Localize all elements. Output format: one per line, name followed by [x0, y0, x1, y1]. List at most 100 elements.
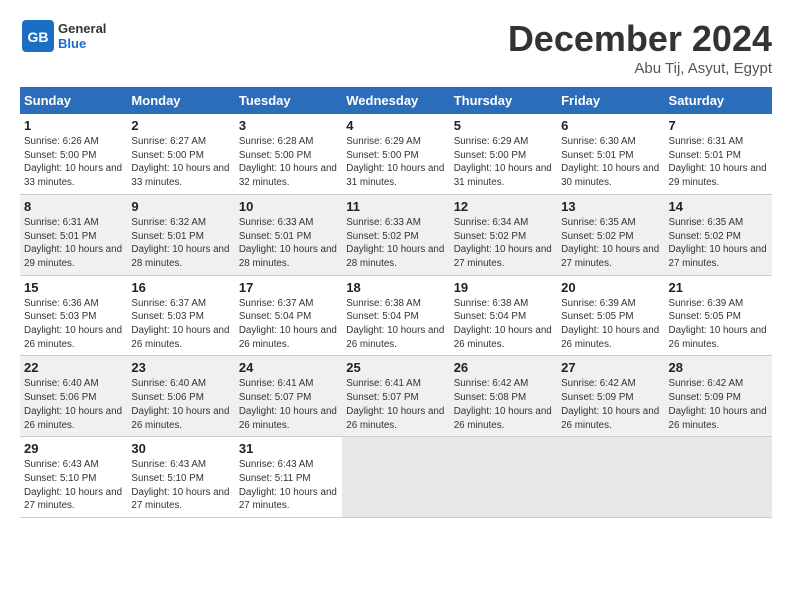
logo-text: General Blue [58, 21, 106, 51]
header-thursday: Thursday [450, 87, 557, 114]
day-cell-27: 27 Sunrise: 6:42 AMSunset: 5:09 PMDaylig… [557, 356, 664, 437]
day-detail: Sunrise: 6:31 AMSunset: 5:01 PMDaylight:… [24, 216, 123, 271]
day-number: 21 [669, 280, 768, 295]
day-cell-25: 25 Sunrise: 6:41 AMSunset: 5:07 PMDaylig… [342, 356, 449, 437]
day-cell-18: 18 Sunrise: 6:38 AMSunset: 5:04 PMDaylig… [342, 275, 449, 356]
day-number: 11 [346, 199, 445, 214]
day-detail: Sunrise: 6:43 AMSunset: 5:11 PMDaylight:… [239, 458, 338, 513]
day-cell-31: 31 Sunrise: 6:43 AMSunset: 5:11 PMDaylig… [235, 437, 342, 518]
calendar-subtitle: Abu Tij, Asyut, Egypt [508, 60, 772, 77]
day-cell-22: 22 Sunrise: 6:40 AMSunset: 5:06 PMDaylig… [20, 356, 127, 437]
day-detail: Sunrise: 6:40 AMSunset: 5:06 PMDaylight:… [131, 377, 230, 432]
day-detail: Sunrise: 6:30 AMSunset: 5:01 PMDaylight:… [561, 135, 660, 190]
calendar-week-3: 15 Sunrise: 6:36 AMSunset: 5:03 PMDaylig… [20, 275, 772, 356]
day-number: 4 [346, 118, 445, 133]
day-detail: Sunrise: 6:29 AMSunset: 5:00 PMDaylight:… [454, 135, 553, 190]
page: GB General Blue December 2024 Abu Tij, A… [0, 0, 792, 528]
day-cell-28: 28 Sunrise: 6:42 AMSunset: 5:09 PMDaylig… [665, 356, 772, 437]
day-detail: Sunrise: 6:43 AMSunset: 5:10 PMDaylight:… [131, 458, 230, 513]
day-cell-20: 20 Sunrise: 6:39 AMSunset: 5:05 PMDaylig… [557, 275, 664, 356]
day-detail: Sunrise: 6:42 AMSunset: 5:09 PMDaylight:… [669, 377, 768, 432]
day-number: 27 [561, 360, 660, 375]
day-number: 20 [561, 280, 660, 295]
day-detail: Sunrise: 6:31 AMSunset: 5:01 PMDaylight:… [669, 135, 768, 190]
day-detail: Sunrise: 6:39 AMSunset: 5:05 PMDaylight:… [561, 297, 660, 352]
day-cell-16: 16 Sunrise: 6:37 AMSunset: 5:03 PMDaylig… [127, 275, 234, 356]
header-sunday: Sunday [20, 87, 127, 114]
day-number: 25 [346, 360, 445, 375]
day-cell-29: 29 Sunrise: 6:43 AMSunset: 5:10 PMDaylig… [20, 437, 127, 518]
day-cell-6: 6 Sunrise: 6:30 AMSunset: 5:01 PMDayligh… [557, 114, 664, 194]
day-cell-19: 19 Sunrise: 6:38 AMSunset: 5:04 PMDaylig… [450, 275, 557, 356]
day-cell-23: 23 Sunrise: 6:40 AMSunset: 5:06 PMDaylig… [127, 356, 234, 437]
day-detail: Sunrise: 6:27 AMSunset: 5:00 PMDaylight:… [131, 135, 230, 190]
day-cell-12: 12 Sunrise: 6:34 AMSunset: 5:02 PMDaylig… [450, 194, 557, 275]
day-cell-17: 17 Sunrise: 6:37 AMSunset: 5:04 PMDaylig… [235, 275, 342, 356]
day-cell-9: 9 Sunrise: 6:32 AMSunset: 5:01 PMDayligh… [127, 194, 234, 275]
day-number: 13 [561, 199, 660, 214]
day-cell-26: 26 Sunrise: 6:42 AMSunset: 5:08 PMDaylig… [450, 356, 557, 437]
calendar-week-2: 8 Sunrise: 6:31 AMSunset: 5:01 PMDayligh… [20, 194, 772, 275]
header-saturday: Saturday [665, 87, 772, 114]
day-cell-2: 2 Sunrise: 6:27 AMSunset: 5:00 PMDayligh… [127, 114, 234, 194]
svg-text:GB: GB [28, 29, 49, 45]
day-number: 9 [131, 199, 230, 214]
day-detail: Sunrise: 6:37 AMSunset: 5:03 PMDaylight:… [131, 297, 230, 352]
day-number: 28 [669, 360, 768, 375]
day-number: 15 [24, 280, 123, 295]
day-number: 8 [24, 199, 123, 214]
header-monday: Monday [127, 87, 234, 114]
day-number: 2 [131, 118, 230, 133]
calendar-week-5: 29 Sunrise: 6:43 AMSunset: 5:10 PMDaylig… [20, 437, 772, 518]
day-cell-5: 5 Sunrise: 6:29 AMSunset: 5:00 PMDayligh… [450, 114, 557, 194]
calendar-week-4: 22 Sunrise: 6:40 AMSunset: 5:06 PMDaylig… [20, 356, 772, 437]
day-cell-13: 13 Sunrise: 6:35 AMSunset: 5:02 PMDaylig… [557, 194, 664, 275]
day-detail: Sunrise: 6:33 AMSunset: 5:01 PMDaylight:… [239, 216, 338, 271]
day-number: 26 [454, 360, 553, 375]
day-detail: Sunrise: 6:28 AMSunset: 5:00 PMDaylight:… [239, 135, 338, 190]
day-detail: Sunrise: 6:35 AMSunset: 5:02 PMDaylight:… [561, 216, 660, 271]
header-tuesday: Tuesday [235, 87, 342, 114]
day-number: 31 [239, 441, 338, 456]
day-detail: Sunrise: 6:35 AMSunset: 5:02 PMDaylight:… [669, 216, 768, 271]
day-cell-30: 30 Sunrise: 6:43 AMSunset: 5:10 PMDaylig… [127, 437, 234, 518]
day-detail: Sunrise: 6:42 AMSunset: 5:08 PMDaylight:… [454, 377, 553, 432]
day-cell-3: 3 Sunrise: 6:28 AMSunset: 5:00 PMDayligh… [235, 114, 342, 194]
empty-cell [342, 437, 449, 518]
day-detail: Sunrise: 6:29 AMSunset: 5:00 PMDaylight:… [346, 135, 445, 190]
day-cell-14: 14 Sunrise: 6:35 AMSunset: 5:02 PMDaylig… [665, 194, 772, 275]
day-cell-1: 1 Sunrise: 6:26 AMSunset: 5:00 PMDayligh… [20, 114, 127, 194]
day-cell-4: 4 Sunrise: 6:29 AMSunset: 5:00 PMDayligh… [342, 114, 449, 194]
day-number: 19 [454, 280, 553, 295]
calendar-week-1: 1 Sunrise: 6:26 AMSunset: 5:00 PMDayligh… [20, 114, 772, 194]
day-cell-7: 7 Sunrise: 6:31 AMSunset: 5:01 PMDayligh… [665, 114, 772, 194]
day-number: 23 [131, 360, 230, 375]
logo-icon: GB [20, 18, 56, 54]
day-cell-10: 10 Sunrise: 6:33 AMSunset: 5:01 PMDaylig… [235, 194, 342, 275]
day-detail: Sunrise: 6:42 AMSunset: 5:09 PMDaylight:… [561, 377, 660, 432]
day-number: 18 [346, 280, 445, 295]
header: GB General Blue December 2024 Abu Tij, A… [20, 18, 772, 77]
day-number: 6 [561, 118, 660, 133]
day-number: 14 [669, 199, 768, 214]
empty-cell [557, 437, 664, 518]
calendar-body: 1 Sunrise: 6:26 AMSunset: 5:00 PMDayligh… [20, 114, 772, 518]
day-number: 10 [239, 199, 338, 214]
day-detail: Sunrise: 6:38 AMSunset: 5:04 PMDaylight:… [346, 297, 445, 352]
day-detail: Sunrise: 6:43 AMSunset: 5:10 PMDaylight:… [24, 458, 123, 513]
day-detail: Sunrise: 6:32 AMSunset: 5:01 PMDaylight:… [131, 216, 230, 271]
day-number: 1 [24, 118, 123, 133]
weekday-header-row: Sunday Monday Tuesday Wednesday Thursday… [20, 87, 772, 114]
day-cell-15: 15 Sunrise: 6:36 AMSunset: 5:03 PMDaylig… [20, 275, 127, 356]
header-friday: Friday [557, 87, 664, 114]
day-detail: Sunrise: 6:34 AMSunset: 5:02 PMDaylight:… [454, 216, 553, 271]
day-detail: Sunrise: 6:37 AMSunset: 5:04 PMDaylight:… [239, 297, 338, 352]
day-detail: Sunrise: 6:33 AMSunset: 5:02 PMDaylight:… [346, 216, 445, 271]
calendar-title: December 2024 [508, 18, 772, 60]
day-number: 24 [239, 360, 338, 375]
day-detail: Sunrise: 6:41 AMSunset: 5:07 PMDaylight:… [346, 377, 445, 432]
day-number: 30 [131, 441, 230, 456]
day-number: 17 [239, 280, 338, 295]
title-block: December 2024 Abu Tij, Asyut, Egypt [508, 18, 772, 77]
day-number: 22 [24, 360, 123, 375]
